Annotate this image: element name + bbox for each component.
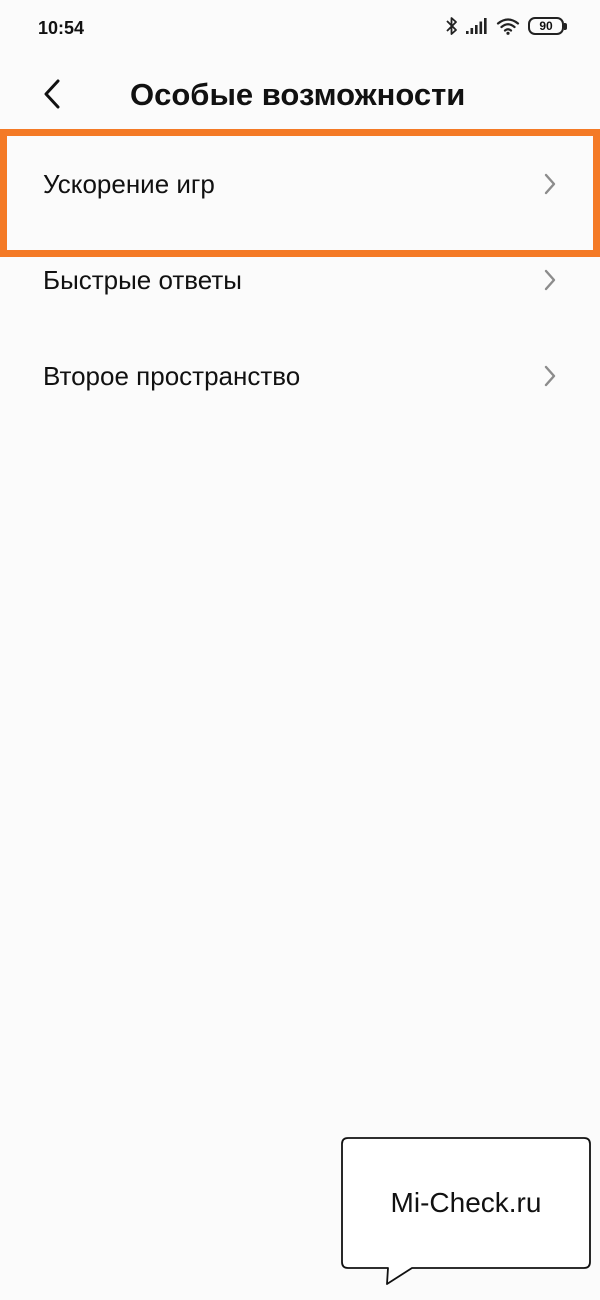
chevron-left-icon [43,79,61,114]
wifi-icon [496,17,520,35]
status-time: 10:54 [38,18,85,38]
menu-item-second-space[interactable]: Второе пространство [0,328,600,424]
watermark-text: Mi-Check.ru [390,1187,542,1218]
menu-item-label: Ускорение игр [43,168,215,199]
menu-item-label: Второе пространство [43,360,301,391]
signal-icon [466,18,488,34]
menu-list: Ускорение игр Быстрые ответы Второе прос… [0,136,600,424]
menu-item-quick-replies[interactable]: Быстрые ответы [0,232,600,328]
battery-level: 90 [539,19,553,33]
menu-item-label: Быстрые ответы [43,264,242,295]
back-button[interactable] [34,76,70,116]
chevron-right-icon [540,362,560,390]
page-title: Особые возможности [130,77,466,112]
chevron-right-icon [540,266,560,294]
bluetooth-icon [446,16,458,36]
battery-indicator: 90 [528,17,567,35]
status-bar: 10:54 90 [0,0,600,60]
status-icons: 90 [438,16,567,36]
header: Особые возможности [0,60,600,132]
menu-item-game-turbo[interactable]: Ускорение игр [0,136,600,232]
chevron-right-icon [540,170,560,198]
